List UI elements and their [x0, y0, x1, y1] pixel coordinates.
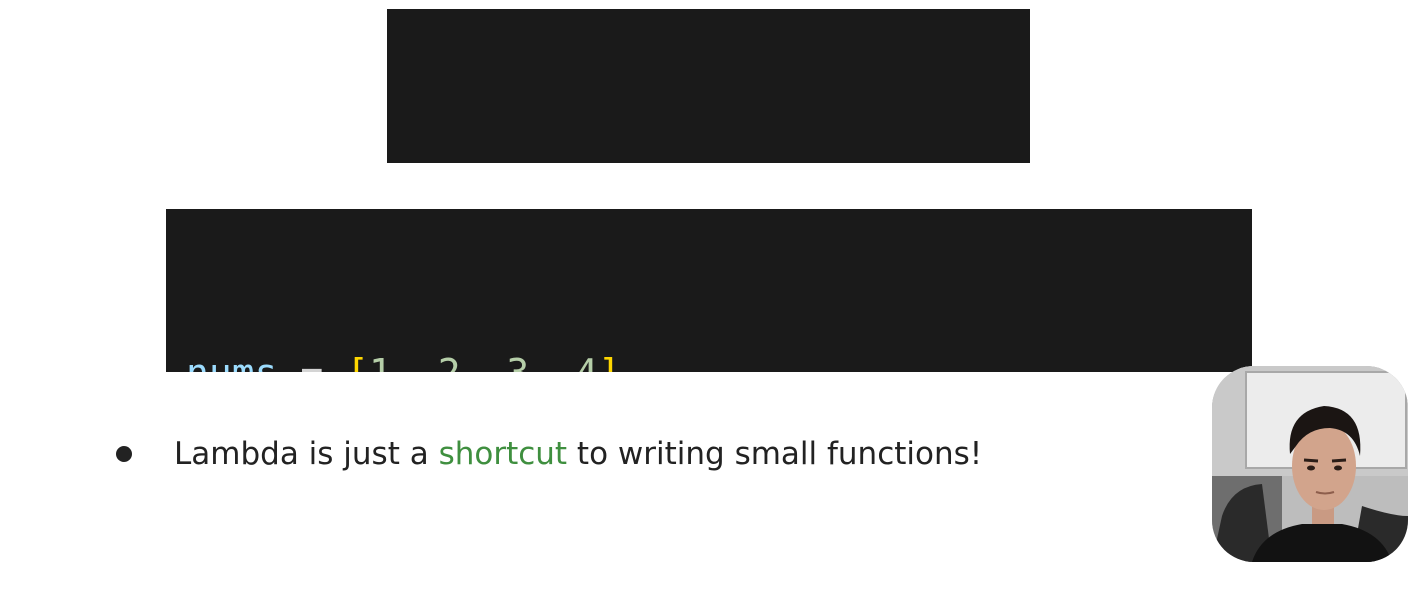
- code-token-bracket: [: [346, 351, 369, 372]
- code-token-number: 1: [369, 351, 392, 372]
- bullet-point: Lambda is just a shortcut to writing sma…: [116, 432, 982, 476]
- bullet-text: Lambda is just a shortcut to writing sma…: [174, 436, 982, 472]
- code-token-operator: =: [539, 157, 608, 163]
- code-token-operator: ,: [529, 351, 575, 372]
- code-token-operator: ,: [392, 351, 438, 372]
- code-token-variable: x: [928, 157, 951, 163]
- code-token-operator: ,: [461, 351, 507, 372]
- code-token-variable: x: [837, 157, 860, 163]
- code-token-variable: nums: [186, 351, 278, 372]
- code-token-number: 2: [438, 351, 461, 372]
- bullet-dot-icon: [116, 446, 132, 462]
- code-block-lambda-square: square = lambda x: x * x square(10): [387, 9, 1030, 163]
- bullet-text-before: Lambda is just a: [174, 436, 439, 472]
- presenter-webcam-video: [1212, 366, 1408, 562]
- code-token-variable: square: [402, 157, 539, 163]
- code-token-keyword: lambda: [608, 157, 745, 163]
- bullet-text-after: to writing small functions!: [567, 436, 983, 472]
- code-token-operator: :: [791, 157, 837, 163]
- code-line: square = lambda x: x * x: [402, 149, 1030, 163]
- bullet-text-highlight: shortcut: [438, 436, 568, 472]
- presenter-avatar-icon: [1212, 366, 1408, 562]
- code-token-bracket: ]: [598, 351, 621, 372]
- code-token-operator: =: [278, 351, 347, 372]
- code-token-variable: x: [745, 157, 791, 163]
- code-block-map-lambda: nums = [1, 2, 3, 4] squares = list(map(l…: [166, 209, 1252, 372]
- code-token-operator: *: [860, 157, 929, 163]
- code-token-number: 4: [575, 351, 598, 372]
- code-token-number: 3: [506, 351, 529, 372]
- code-line: nums = [1, 2, 3, 4]: [186, 343, 1252, 372]
